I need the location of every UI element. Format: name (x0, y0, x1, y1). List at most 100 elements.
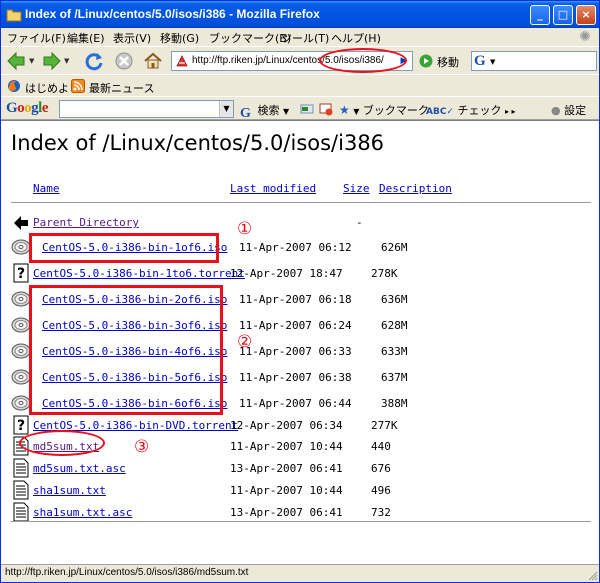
cd-icon[interactable] (11, 236, 31, 258)
file-size: 637M (381, 371, 408, 384)
menu-view[interactable]: 表示(V) (113, 30, 151, 46)
go-label: 移動 (437, 56, 459, 69)
url-annotation-ellipse (319, 48, 407, 73)
file-size: 732 (371, 506, 391, 519)
file-date: 11-Apr-2007 06:12 (239, 241, 352, 254)
forward-dropdown-icon[interactable]: ▼ (64, 58, 71, 65)
file-size: - (356, 216, 363, 229)
google-search-button[interactable]: G 検索 ▼ (240, 102, 290, 121)
back-arrow-icon[interactable] (5, 50, 27, 72)
file-link[interactable]: CentOS-5.0-i386-bin-1to6.torrent (33, 267, 245, 280)
search-engine-dropdown-icon[interactable]: ▼ (490, 58, 495, 66)
google-logo[interactable]: Google (6, 100, 49, 117)
cd-icon[interactable] (11, 392, 31, 414)
file-size: 628M (381, 319, 408, 332)
file-date: 11-Apr-2007 06:24 (239, 319, 352, 332)
menu-bookmarks[interactable]: ブックマーク(B) (209, 30, 291, 46)
firefox-icon (8, 80, 20, 92)
google-search-input[interactable]: ▼ (59, 100, 234, 118)
unknown-file-icon[interactable]: ? (11, 262, 31, 284)
text-file-icon[interactable] (11, 501, 31, 523)
menu-edit[interactable]: 編集(E) (67, 30, 105, 46)
spell-check-label: チェック (457, 104, 502, 117)
file-size: 388M (381, 397, 408, 410)
file-size: 277K (371, 419, 398, 432)
bookmarks-toolbar: はじめよう 最新ニュース (1, 74, 599, 96)
column-modified-link[interactable]: Last modified (230, 182, 316, 195)
file-link[interactable]: md5sum.txt.asc (33, 462, 126, 475)
reload-icon[interactable] (83, 50, 105, 72)
file-date: 11-Apr-2007 10:44 (230, 484, 343, 497)
menu-bar: ファイル(F) 編集(E) 表示(V) 移動(G) ブックマーク(B) ツール(… (1, 28, 599, 46)
maximize-button[interactable]: □ (553, 5, 573, 25)
annotation-box-1 (29, 233, 219, 263)
close-icon: × (581, 8, 591, 21)
menu-tools[interactable]: ツール(T) (281, 30, 329, 46)
back-arrow-icon[interactable] (11, 211, 31, 233)
minimize-button[interactable]: _ (530, 5, 550, 25)
unknown-file-icon[interactable]: ? (11, 414, 31, 436)
column-size-link[interactable]: Size (343, 182, 370, 195)
minimize-icon: _ (537, 8, 543, 21)
browser-window: Index of /Linux/centos/5.0/isos/i386 - M… (0, 0, 600, 583)
file-link[interactable]: sha1sum.txt (33, 484, 106, 497)
folder-icon (6, 9, 22, 22)
back-dropdown-icon[interactable]: ▼ (29, 58, 36, 65)
settings-circle-icon: ● (551, 104, 561, 117)
cd-icon[interactable] (11, 314, 31, 336)
file-date: 11-Apr-2007 06:18 (239, 293, 352, 306)
page-rank-icon[interactable] (300, 102, 314, 116)
file-date: 13-Apr-2007 06:41 (230, 462, 343, 475)
file-link[interactable]: sha1sum.txt.asc (33, 506, 132, 519)
column-description-link[interactable]: Description (379, 182, 452, 195)
table-row: md5sum.txt.asc 13-Apr-2007 06:41 676 (1, 457, 599, 481)
annotation-mark-3: ③ (134, 437, 150, 457)
home-icon[interactable] (142, 50, 164, 72)
google-bookmark-label: ブックマーク (362, 104, 429, 117)
google-search-dropdown-icon[interactable]: ▼ (219, 101, 233, 117)
cd-icon[interactable] (11, 340, 31, 362)
stop-icon[interactable] (113, 50, 135, 72)
google-toolbar: Google ▼ G 検索 ▼ ★ ▼ ブックマーク ABC✓ チェック ▸ ▸ (1, 96, 599, 121)
table-row: Parent Directory - (1, 211, 599, 235)
rss-feed-icon (71, 79, 85, 93)
forward-arrow-icon[interactable] (41, 50, 63, 72)
file-size: 676 (371, 462, 391, 475)
popup-blocker-icon[interactable] (319, 102, 333, 116)
file-size: 626M (381, 241, 408, 254)
spell-check-button[interactable]: ABC✓ チェック ▸ ▸ (426, 102, 516, 117)
header-divider (11, 202, 591, 203)
file-date: 13-Apr-2007 06:41 (230, 506, 343, 519)
title-bar[interactable]: Index of /Linux/centos/5.0/isos/i386 - M… (1, 1, 599, 28)
google-bookmark-star-icon: ★ (339, 103, 350, 117)
cd-icon[interactable] (11, 288, 31, 310)
google-bookmark-menu-icon: ▼ (353, 107, 360, 116)
text-file-icon[interactable] (11, 479, 31, 501)
text-file-icon[interactable] (11, 457, 31, 479)
cd-icon[interactable] (11, 366, 31, 388)
go-arrow-icon (419, 54, 433, 68)
resize-grip-icon[interactable] (586, 569, 598, 581)
status-bar: http://ftp.riken.jp/Linux/centos/5.0/iso… (1, 564, 599, 582)
file-size: 633M (381, 345, 408, 358)
menu-help[interactable]: ヘルプ(H) (331, 30, 381, 46)
search-engine-icon[interactable]: G (474, 53, 490, 69)
maximize-icon: □ (557, 8, 569, 21)
menu-file[interactable]: ファイル(F) (7, 30, 66, 46)
google-search-menu-icon: ▼ (283, 107, 290, 116)
search-box[interactable]: G ▼ (471, 51, 597, 71)
annotation-ellipse-3 (19, 430, 105, 456)
annotation-box-2 (29, 285, 223, 415)
file-size: 440 (371, 440, 391, 453)
column-name-link[interactable]: Name (33, 182, 60, 195)
navigation-toolbar: ▼ ▼ http://ftp.riken.jp/Linux/centos/5.0… (1, 46, 599, 74)
svg-text:?: ? (17, 266, 25, 282)
close-button[interactable]: × (576, 5, 596, 25)
throbber-icon: ✺ (579, 29, 591, 45)
table-row: ? CentOS-5.0-i386-bin-1to6.torrent 12-Apr-… (1, 262, 599, 286)
file-link[interactable]: Parent Directory (33, 216, 139, 229)
menu-go[interactable]: 移動(G) (160, 30, 199, 46)
google-settings-button[interactable]: ● 設定 (551, 102, 586, 117)
google-bookmarks-button[interactable]: ★ ▼ ブックマーク (339, 102, 429, 117)
svg-text:?: ? (17, 418, 25, 434)
